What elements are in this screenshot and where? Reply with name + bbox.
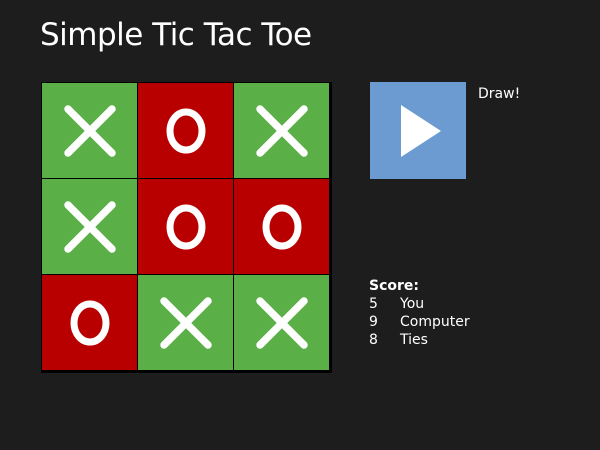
board-cell-o[interactable] xyxy=(138,179,233,274)
score-label: Ties xyxy=(400,332,428,348)
page-title: Simple Tic Tac Toe xyxy=(40,17,312,53)
x-mark-icon xyxy=(63,200,116,253)
o-mark-icon xyxy=(166,108,205,153)
score-panel: Score: 5 You 9 Computer 8 Ties xyxy=(369,277,470,349)
score-value: 8 xyxy=(369,332,378,348)
x-mark-icon xyxy=(63,104,116,157)
board-cell-x[interactable] xyxy=(138,275,233,370)
game-status: Draw! xyxy=(478,86,521,102)
o-mark-icon xyxy=(70,300,109,345)
score-heading: Score: xyxy=(369,278,419,294)
board-cell-x[interactable] xyxy=(42,83,137,178)
score-row-ties: 8 Ties xyxy=(369,331,470,349)
x-mark-icon xyxy=(159,296,212,349)
board-cell-x[interactable] xyxy=(234,83,329,178)
score-value: 5 xyxy=(369,296,378,312)
board-cell-o[interactable] xyxy=(234,179,329,274)
o-mark-icon xyxy=(262,204,301,249)
score-row-computer: 9 Computer xyxy=(369,313,470,331)
play-icon xyxy=(401,104,441,157)
score-label: Computer xyxy=(400,314,470,330)
play-button[interactable] xyxy=(370,82,466,179)
score-label: You xyxy=(400,296,425,312)
board-cell-o[interactable] xyxy=(138,83,233,178)
board-cell-o[interactable] xyxy=(42,275,137,370)
game-board xyxy=(41,82,332,373)
board-cell-x[interactable] xyxy=(234,275,329,370)
score-value: 9 xyxy=(369,314,378,330)
x-mark-icon xyxy=(255,104,308,157)
x-mark-icon xyxy=(255,296,308,349)
score-row-you: 5 You xyxy=(369,295,470,313)
o-mark-icon xyxy=(166,204,205,249)
board-cell-x[interactable] xyxy=(42,179,137,274)
